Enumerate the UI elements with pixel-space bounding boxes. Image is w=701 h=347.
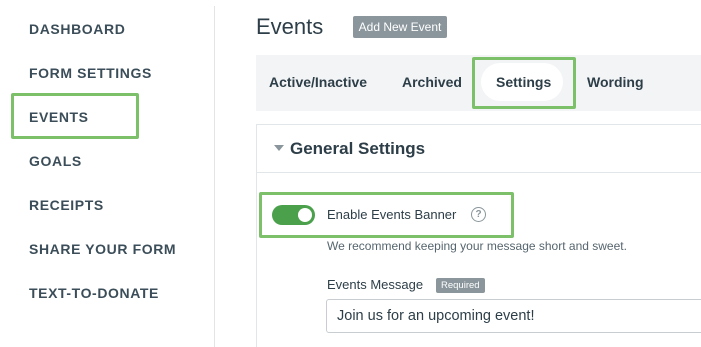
events-highlight-box [11,93,139,139]
required-badge: Required [436,278,485,293]
settings-tab-highlight-box [472,57,576,109]
sidebar-item-receipts[interactable]: RECEIPTS [29,197,104,213]
sidebar-item-share-your-form[interactable]: SHARE YOUR FORM [29,241,176,257]
sidebar-item-goals[interactable]: GOALS [29,153,82,169]
panel-header-divider [257,172,701,173]
sidebar-item-text-to-donate[interactable]: TEXT-TO-DONATE [29,285,159,301]
page-title: Events [256,14,324,39]
sidebar-item-dashboard[interactable]: DASHBOARD [29,21,125,37]
hint-text: We recommend keeping your message short … [327,239,627,253]
tab-wording[interactable]: Wording [587,74,644,90]
sidebar-item-form-settings[interactable]: FORM SETTINGS [29,65,152,81]
toggle-highlight-box [259,192,514,238]
app-root: DASHBOARD FORM SETTINGS EVENTS GOALS REC… [0,0,701,347]
events-message-label: Events Message [327,277,424,292]
tab-active-inactive[interactable]: Active/Inactive [269,74,367,90]
events-message-input[interactable]: Join us for an upcoming event! [326,299,701,333]
caret-down-icon[interactable] [274,145,284,151]
add-new-event-button[interactable]: Add New Event [353,16,447,38]
tab-archived[interactable]: Archived [402,74,462,90]
sidebar-divider [214,6,215,347]
section-title[interactable]: General Settings [290,139,425,159]
sidebar: DASHBOARD FORM SETTINGS EVENTS GOALS REC… [0,0,215,347]
